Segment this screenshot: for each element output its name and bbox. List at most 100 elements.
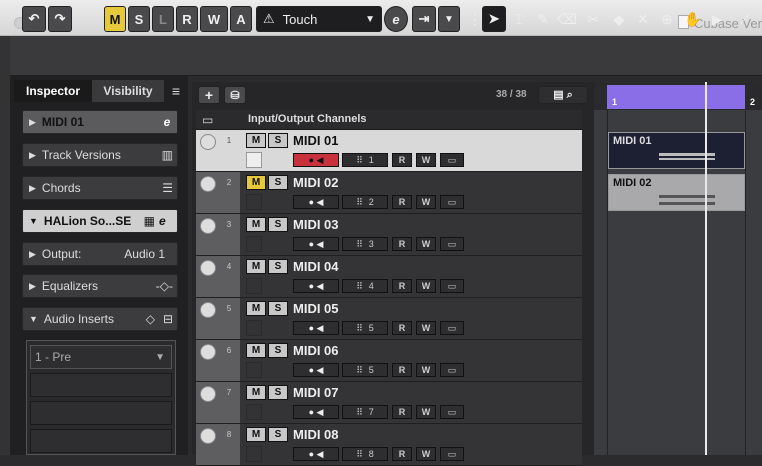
- track-name[interactable]: MIDI 01: [293, 133, 339, 148]
- section-output[interactable]: ▶ Output: Audio 1: [22, 242, 178, 266]
- constrain-delay-icon[interactable]: ⇥: [412, 6, 436, 32]
- solo-mode-button[interactable]: S: [128, 6, 150, 32]
- insert-slot-1[interactable]: 1 - Pre ▼: [30, 345, 172, 369]
- track-checkbox[interactable]: [246, 152, 262, 168]
- track-edit-icon[interactable]: ▭: [440, 153, 464, 167]
- solo-button[interactable]: S: [268, 259, 288, 274]
- track-row[interactable]: 6 M S MIDI 06 ● ◀ ⠿ 5 R W ▭: [196, 340, 582, 382]
- output-value[interactable]: Audio 1: [124, 247, 165, 261]
- bypass-icon[interactable]: ◇: [146, 312, 155, 326]
- midi-channel-field[interactable]: ⠿ 8: [342, 447, 388, 461]
- mute-button[interactable]: M: [246, 259, 266, 274]
- write-button[interactable]: W: [416, 321, 436, 335]
- section-audio-inserts[interactable]: ▼ Audio Inserts ◇ ⊟: [22, 307, 178, 331]
- track-row[interactable]: 3 M S MIDI 03 ● ◀ ⠿ 3 R W ▭: [196, 214, 582, 256]
- track-row[interactable]: 4 M S MIDI 04 ● ◀ ⠿ 4 R W ▭: [196, 256, 582, 298]
- tab-inspector[interactable]: Inspector: [14, 80, 92, 102]
- write-button[interactable]: W: [416, 405, 436, 419]
- read-button[interactable]: R: [392, 447, 412, 461]
- read-button[interactable]: R: [392, 405, 412, 419]
- line-tool-icon[interactable]: ⟋: [734, 6, 756, 32]
- record-button[interactable]: ● ◀: [293, 363, 339, 377]
- mute-tool-icon[interactable]: ✕: [632, 6, 654, 32]
- solo-button[interactable]: S: [268, 427, 288, 442]
- zoom-tool-icon[interactable]: ⊕: [656, 6, 678, 32]
- record-button[interactable]: ● ◀: [293, 195, 339, 209]
- read-button[interactable]: R: [392, 321, 412, 335]
- track-edit-icon[interactable]: ▭: [440, 279, 464, 293]
- insert-slot-3[interactable]: [30, 401, 172, 425]
- solo-button[interactable]: S: [268, 133, 288, 148]
- track-name[interactable]: MIDI 04: [293, 259, 339, 274]
- midi-channel-field[interactable]: ⠿ 5: [342, 363, 388, 377]
- record-button[interactable]: ● ◀: [293, 447, 339, 461]
- solo-button[interactable]: S: [268, 343, 288, 358]
- folder-menu-icon[interactable]: ⛁: [224, 86, 246, 104]
- record-button[interactable]: ● ◀: [293, 237, 339, 251]
- mute-button[interactable]: M: [246, 217, 266, 232]
- track-checkbox[interactable]: [246, 404, 262, 420]
- tracklist-view-buttons[interactable]: ▤ ⌕: [538, 86, 588, 104]
- redo-button[interactable]: ↷: [48, 6, 72, 32]
- midi-channel-field[interactable]: ⠿ 1: [342, 153, 388, 167]
- solo-button[interactable]: S: [268, 301, 288, 316]
- e-icon[interactable]: e: [159, 214, 177, 228]
- event-midi-02[interactable]: MIDI 02: [608, 174, 745, 211]
- record-button[interactable]: ● ◀: [293, 279, 339, 293]
- track-checkbox[interactable]: [246, 236, 262, 252]
- keyboard-icon[interactable]: ▦: [144, 214, 155, 228]
- event-midi-01[interactable]: MIDI 01: [608, 132, 745, 169]
- track-row[interactable]: 2 M S MIDI 02 ● ◀ ⠿ 2 R W ▭: [196, 172, 582, 214]
- drag-handle-icon[interactable]: ⋮: [468, 6, 482, 32]
- write-button[interactable]: W: [416, 195, 436, 209]
- track-edit-icon[interactable]: ▭: [440, 237, 464, 251]
- midi-channel-field[interactable]: ⠿ 4: [342, 279, 388, 293]
- track-checkbox[interactable]: [246, 320, 262, 336]
- read-button[interactable]: R: [392, 153, 412, 167]
- write-mode-button[interactable]: W: [200, 6, 228, 32]
- read-button[interactable]: R: [392, 363, 412, 377]
- track-edit-icon[interactable]: ▭: [440, 405, 464, 419]
- track-edit-icon[interactable]: ▭: [440, 363, 464, 377]
- write-button[interactable]: W: [416, 153, 436, 167]
- midi-channel-field[interactable]: ⠿ 7: [342, 405, 388, 419]
- mute-button[interactable]: M: [246, 175, 266, 190]
- listen-mode-button[interactable]: L: [152, 6, 174, 32]
- insert-slot-2[interactable]: [30, 373, 172, 397]
- cycle-range[interactable]: [607, 85, 745, 109]
- automation-button[interactable]: A: [230, 6, 252, 32]
- mute-mode-button[interactable]: M: [104, 6, 126, 32]
- read-button[interactable]: R: [392, 279, 412, 293]
- pointer-tool-icon[interactable]: ➤: [482, 6, 506, 32]
- folder-row[interactable]: ▭ Input/Output Channels: [196, 110, 582, 130]
- undo-button[interactable]: ↶: [22, 6, 46, 32]
- track-checkbox[interactable]: [246, 362, 262, 378]
- solo-button[interactable]: S: [268, 217, 288, 232]
- midi-channel-field[interactable]: ⠿ 5: [342, 321, 388, 335]
- track-edit-icon[interactable]: ▭: [440, 447, 464, 461]
- track-name[interactable]: MIDI 02: [293, 175, 339, 190]
- track-name[interactable]: MIDI 03: [293, 217, 339, 232]
- track-checkbox[interactable]: [246, 194, 262, 210]
- write-button[interactable]: W: [416, 237, 436, 251]
- track-name[interactable]: MIDI 06: [293, 343, 339, 358]
- read-button[interactable]: R: [392, 237, 412, 251]
- draw-tool-icon[interactable]: ✎: [532, 6, 554, 32]
- mute-button[interactable]: M: [246, 427, 266, 442]
- track-name[interactable]: MIDI 05: [293, 301, 339, 316]
- glue-tool-icon[interactable]: ◆: [608, 6, 630, 32]
- track-edit-icon[interactable]: ▭: [440, 195, 464, 209]
- write-button[interactable]: W: [416, 363, 436, 377]
- erase-tool-icon[interactable]: ⌫: [556, 6, 578, 32]
- inspector-track-header[interactable]: ▶ MIDI 01 e: [22, 110, 178, 134]
- split-tool-icon[interactable]: ✂: [582, 6, 604, 32]
- play-tool-icon[interactable]: ▶: [706, 6, 728, 32]
- track-row[interactable]: 1 M S MIDI 01 ● ◀ ⠿ 1 R W ▭: [196, 130, 582, 172]
- tab-visibility[interactable]: Visibility: [92, 80, 164, 102]
- track-checkbox[interactable]: [246, 446, 262, 462]
- add-track-button[interactable]: +: [198, 86, 220, 104]
- section-track-versions[interactable]: ▶ Track Versions ▥: [22, 143, 178, 167]
- inspector-menu-icon[interactable]: ≡: [166, 80, 186, 102]
- track-checkbox[interactable]: [246, 278, 262, 294]
- read-button[interactable]: R: [392, 195, 412, 209]
